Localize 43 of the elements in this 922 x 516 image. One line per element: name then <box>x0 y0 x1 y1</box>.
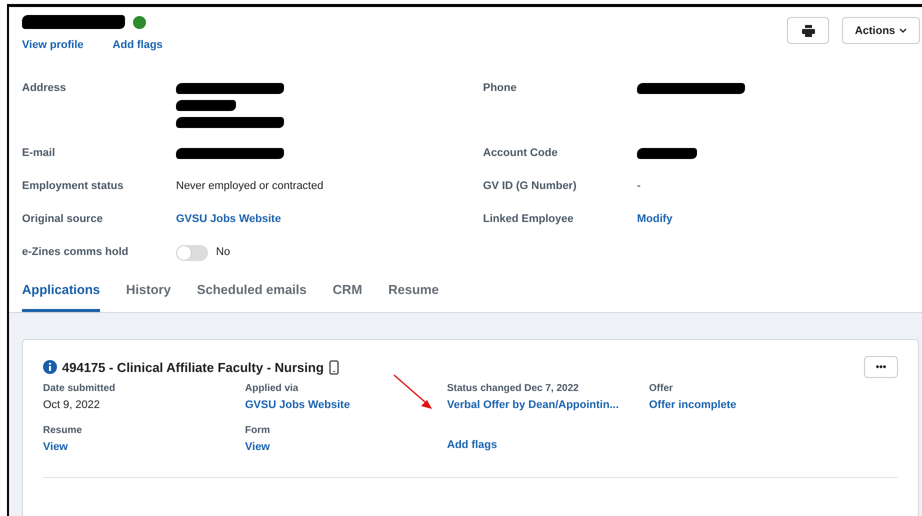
field-link[interactable]: GVSU Jobs Website <box>245 399 447 411</box>
field-label: Applied via <box>245 383 300 394</box>
field-label: Phone <box>483 81 518 96</box>
field-link[interactable]: GVSU Jobs Website <box>176 210 281 229</box>
field-value: - <box>637 179 641 194</box>
field-label: Offer <box>649 383 674 394</box>
field-label: Account Code <box>483 146 559 161</box>
caret-icon <box>899 28 908 33</box>
field-link[interactable]: Modify <box>637 210 672 229</box>
field-value: Never employed or contracted <box>176 179 324 194</box>
field-label: Employment status <box>22 179 124 194</box>
printer-icon <box>802 24 814 36</box>
print-button[interactable] <box>787 17 829 44</box>
actions-button[interactable]: Actions <box>842 17 920 44</box>
field-label: Linked Employee <box>483 212 574 227</box>
field-link[interactable]: Verbal Offer by Dean/Appointin... <box>447 399 649 411</box>
tab[interactable]: CRM <box>332 282 362 312</box>
toggle-switch[interactable] <box>176 244 208 260</box>
field-label: Resume <box>43 425 83 436</box>
field-label: e-Zines comms hold <box>22 245 130 260</box>
field-label: Original source <box>22 212 104 227</box>
more-button[interactable]: ••• <box>864 356 898 378</box>
field-label: Status changed Dec 7, 2022 <box>447 383 580 394</box>
field-label: Date submitted <box>43 383 116 394</box>
tab[interactable]: Scheduled emails <box>196 282 307 312</box>
field-label: Address <box>22 81 68 96</box>
field-link[interactable]: Offer incomplete <box>649 399 898 411</box>
profile-link[interactable]: Add flags <box>112 39 163 51</box>
profile-link[interactable]: View profile <box>22 39 84 51</box>
application-title: 494175 - Clinical Affiliate Faculty - Nursing <box>62 360 324 374</box>
field-value: Oct 9, 2022 <box>43 399 101 411</box>
toggle-value: No <box>216 245 230 260</box>
field-link[interactable]: Add flags <box>447 439 649 451</box>
annotation-arrow <box>393 374 433 410</box>
field-label: GV ID (G Number) <box>483 179 578 194</box>
field-link[interactable]: View <box>245 441 447 453</box>
tab[interactable]: Resume <box>388 282 439 312</box>
info-icon <box>43 360 57 374</box>
tab[interactable]: History <box>126 282 171 312</box>
field-link[interactable]: View <box>43 441 245 453</box>
field-label: Form <box>245 425 271 436</box>
field-label: E-mail <box>22 146 56 161</box>
mobile-icon <box>328 360 339 374</box>
